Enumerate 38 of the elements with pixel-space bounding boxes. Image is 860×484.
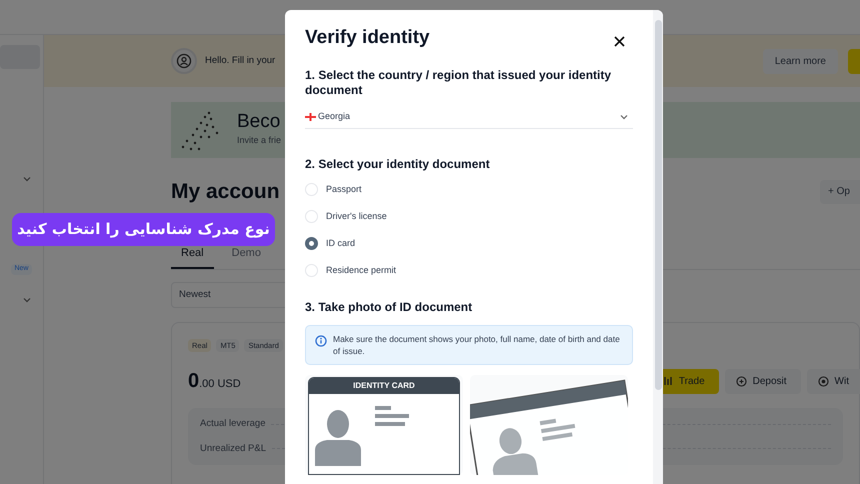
account-action-button[interactable]: Deposit bbox=[724, 368, 801, 394]
section-title: My accoun bbox=[171, 179, 280, 205]
scrollbar[interactable] bbox=[653, 10, 663, 484]
open-account-button[interactable]: + Op bbox=[820, 180, 860, 204]
document-option[interactable]: Driver's license bbox=[305, 208, 633, 224]
flag-icon bbox=[305, 113, 316, 121]
stat-label: Unrealized P&L bbox=[200, 442, 266, 456]
profile-icon bbox=[171, 48, 197, 74]
text-lines-icon bbox=[375, 406, 409, 426]
account-action-button[interactable]: Wit bbox=[806, 368, 860, 394]
document-option[interactable]: Residence permit bbox=[305, 262, 633, 278]
balance-integer: 0 bbox=[188, 369, 200, 394]
dialog-title: Verify identity bbox=[305, 26, 430, 50]
step-heading: 1. Select the country / region that issued your identity document bbox=[305, 68, 612, 98]
country-select[interactable]: Georgia bbox=[305, 106, 633, 128]
stat-label: Actual leverage bbox=[200, 417, 266, 432]
promo-title: Beco bbox=[237, 112, 282, 132]
close-button[interactable] bbox=[612, 34, 626, 48]
plus-circle-icon bbox=[736, 376, 747, 387]
document-option[interactable]: Passport bbox=[305, 182, 633, 198]
bars-icon bbox=[662, 376, 673, 386]
annotation-label: نوع مدرک شناسایی را انتخاب کنید bbox=[12, 213, 275, 246]
radio-button[interactable] bbox=[305, 237, 318, 250]
info-text: Make sure the document shows your photo, full name, date of birth and date of issue. bbox=[333, 332, 621, 356]
promo-subtitle: Invite a frie bbox=[237, 134, 282, 148]
chevron-icon bbox=[22, 174, 32, 184]
info-icon bbox=[315, 334, 327, 346]
learn-more-button[interactable]: Learn more bbox=[762, 48, 838, 74]
balance-fraction: .00 USD bbox=[199, 377, 241, 392]
card-title: IDENTITY CARD bbox=[309, 378, 459, 394]
banner-text: Hello. Fill in your bbox=[205, 54, 276, 68]
scrollbar-thumb[interactable] bbox=[654, 20, 662, 390]
country-value: Georgia bbox=[318, 110, 350, 124]
chevron-icon bbox=[619, 112, 629, 122]
document-option[interactable]: ID card bbox=[305, 236, 633, 252]
circle-icon bbox=[818, 376, 829, 387]
step-heading: 2. Select your identity document bbox=[305, 156, 491, 172]
action-button[interactable] bbox=[848, 48, 860, 74]
